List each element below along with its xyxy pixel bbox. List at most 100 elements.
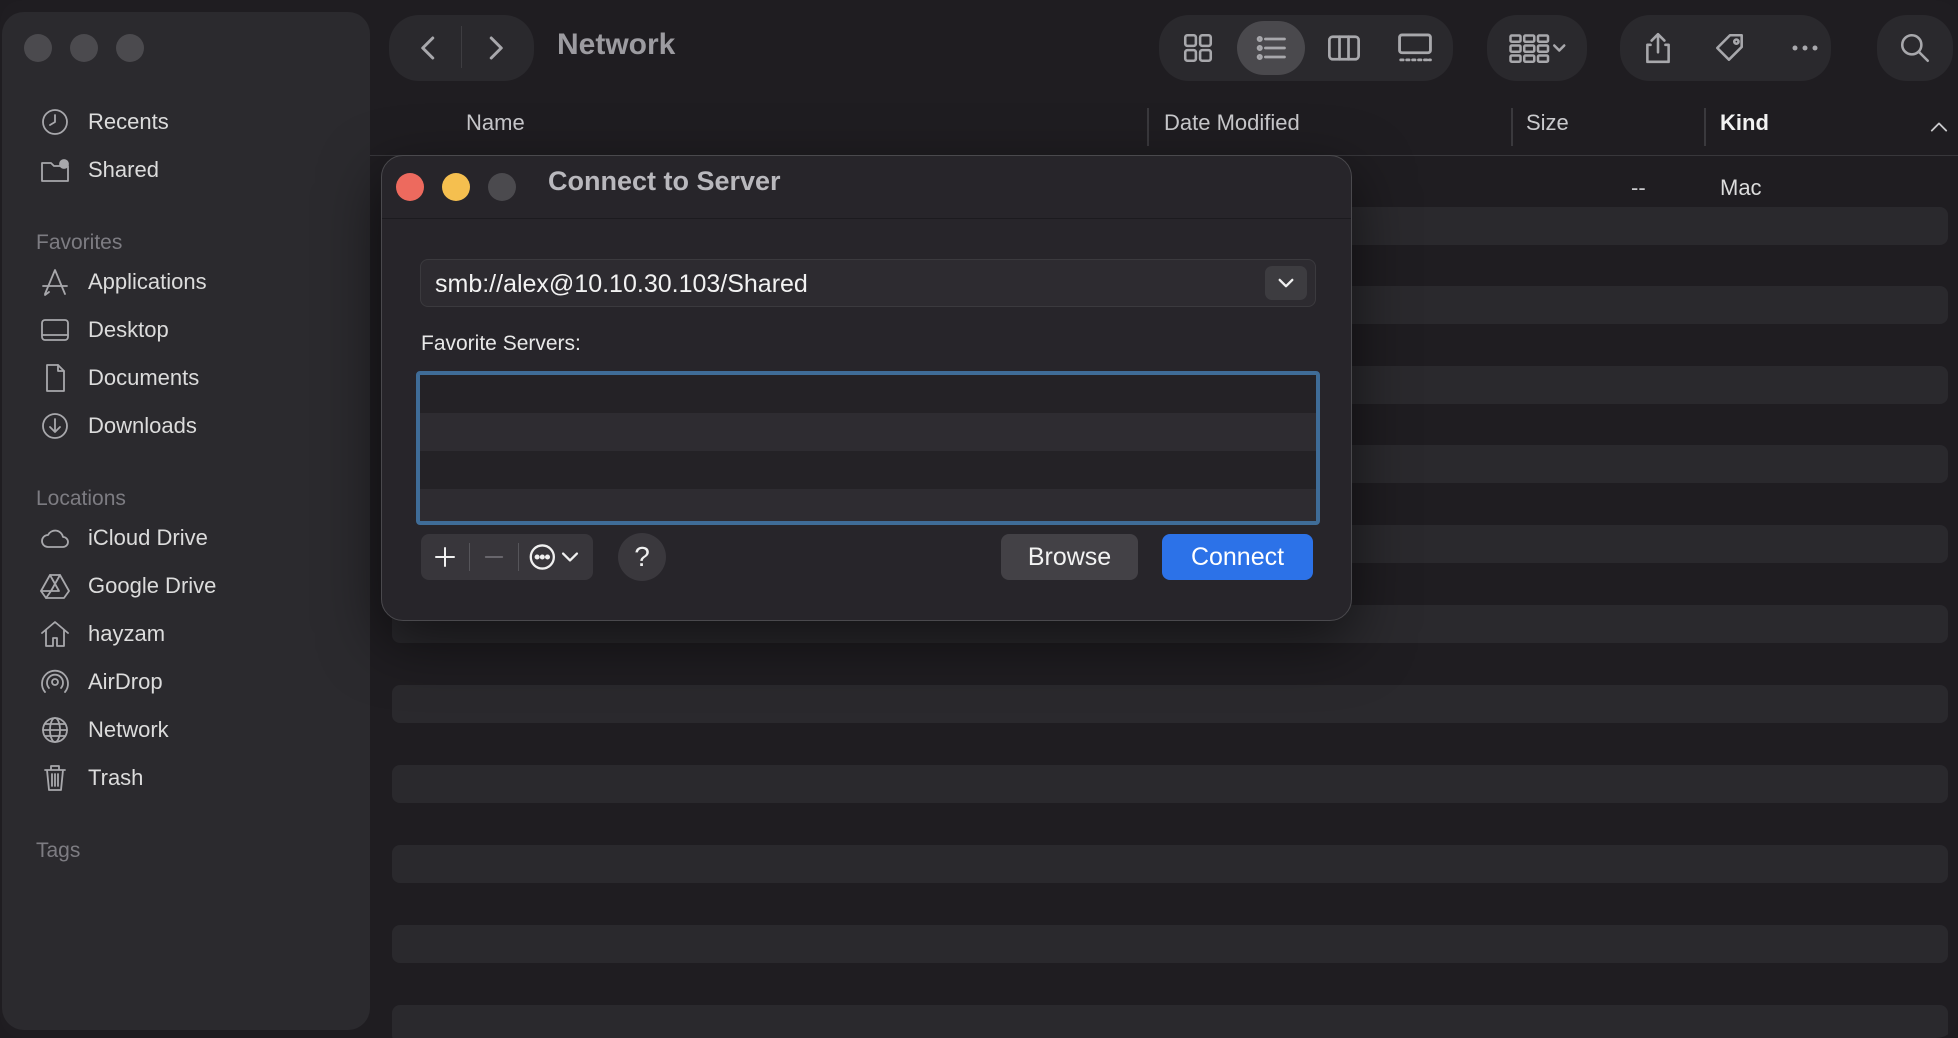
table-row[interactable] xyxy=(392,765,1948,803)
plus-icon xyxy=(435,547,455,567)
favorites-edit-controls xyxy=(421,534,593,580)
sidebar-item-label: Recents xyxy=(88,109,169,134)
column-header-name[interactable]: Name xyxy=(466,110,525,136)
gallery-icon xyxy=(1398,33,1432,62)
sidebar-item-label: Desktop xyxy=(88,317,169,342)
sidebar-item-trash[interactable]: Trash xyxy=(38,758,143,798)
icon-view-button[interactable] xyxy=(1172,23,1224,73)
ellipsis-icon xyxy=(1792,45,1818,51)
airdrop-icon xyxy=(38,665,72,699)
sidebar-item-applications[interactable]: Applications xyxy=(38,262,207,302)
column-header-size[interactable]: Size xyxy=(1526,110,1569,136)
column-header-kind[interactable]: Kind xyxy=(1720,110,1769,136)
sidebar-item-label: Downloads xyxy=(88,413,197,438)
group-by-icon-wrap xyxy=(1502,23,1574,73)
dialog-title-divider xyxy=(382,218,1351,219)
remove-favorite-button[interactable] xyxy=(470,534,518,580)
dialog-close-button[interactable] xyxy=(396,173,424,201)
clock-icon xyxy=(38,105,72,139)
connect-to-server-dialog: Connect to Server Favorite Servers: xyxy=(381,155,1352,621)
sidebar-item-label: iCloud Drive xyxy=(88,525,208,550)
connect-button[interactable]: Connect xyxy=(1162,534,1313,580)
gallery-view-button[interactable] xyxy=(1389,23,1441,73)
server-history-dropdown-button[interactable] xyxy=(1265,266,1307,300)
chevron-down-icon xyxy=(1278,278,1294,287)
favorite-options-menu-button[interactable] xyxy=(519,534,591,580)
google-drive-icon xyxy=(38,569,72,603)
chevron-right-icon xyxy=(489,36,503,60)
sidebar-item-network[interactable]: Network xyxy=(38,710,169,750)
table-row[interactable] xyxy=(392,1005,1948,1038)
table-row[interactable] xyxy=(392,845,1948,883)
column-header-date-modified[interactable]: Date Modified xyxy=(1164,110,1300,136)
grid-icon xyxy=(1183,33,1213,63)
list-icon xyxy=(1256,35,1286,61)
sidebar-item-recents[interactable]: Recents xyxy=(38,102,169,142)
home-icon xyxy=(38,617,72,651)
sidebar-item-label: Network xyxy=(88,717,169,742)
window-title: Network xyxy=(557,28,676,61)
tag-button[interactable] xyxy=(1704,23,1756,73)
help-button[interactable]: ? xyxy=(618,533,666,581)
list-item[interactable] xyxy=(420,489,1316,521)
sidebar-item-downloads[interactable]: Downloads xyxy=(38,406,197,446)
ellipsis-circle-icon xyxy=(529,544,579,570)
row-size: -- xyxy=(1631,175,1646,200)
sidebar-item-documents[interactable]: Documents xyxy=(38,358,199,398)
nav-divider xyxy=(461,26,462,68)
window-controls xyxy=(24,34,144,62)
close-button[interactable] xyxy=(24,34,52,62)
browse-button[interactable]: Browse xyxy=(1001,534,1138,580)
globe-icon xyxy=(38,713,72,747)
sidebar-item-shared[interactable]: Shared xyxy=(38,150,159,190)
finder-window: Recents Shared Favorites Applications De… xyxy=(0,0,1958,1038)
dialog-window-controls xyxy=(396,173,516,201)
server-address-input[interactable] xyxy=(433,260,1237,308)
row-kind: Mac xyxy=(1720,175,1762,200)
trash-icon xyxy=(38,761,72,795)
tags-heading: Tags xyxy=(36,839,81,862)
more-button[interactable] xyxy=(1779,23,1831,73)
sidebar-item-desktop[interactable]: Desktop xyxy=(38,310,169,350)
column-divider[interactable] xyxy=(1511,108,1513,146)
document-icon xyxy=(38,361,72,395)
back-button[interactable] xyxy=(404,23,454,73)
favorites-heading: Favorites xyxy=(36,231,123,254)
favorite-servers-label: Favorite Servers: xyxy=(421,332,581,355)
sidebar-item-label: AirDrop xyxy=(88,669,163,694)
sidebar-item-label: Documents xyxy=(88,365,200,390)
table-row[interactable] xyxy=(392,925,1948,963)
column-view-button[interactable] xyxy=(1318,23,1370,73)
columns-icon xyxy=(1328,35,1360,61)
sidebar-item-google-drive[interactable]: Google Drive xyxy=(38,566,216,606)
sidebar-item-hayzam[interactable]: hayzam xyxy=(38,614,165,654)
sidebar-item-airdrop[interactable]: AirDrop xyxy=(38,662,163,702)
sidebar-item-label: Shared xyxy=(88,157,159,182)
table-row[interactable] xyxy=(392,685,1948,723)
add-favorite-button[interactable] xyxy=(421,534,469,580)
favorite-servers-list[interactable] xyxy=(416,371,1320,525)
dialog-minimize-button[interactable] xyxy=(442,173,470,201)
list-item[interactable] xyxy=(420,413,1316,451)
list-icon-wrap xyxy=(1237,21,1305,75)
minimize-button[interactable] xyxy=(70,34,98,62)
sidebar-item-icloud-drive[interactable]: iCloud Drive xyxy=(38,518,208,558)
tag-icon xyxy=(1715,33,1743,61)
dialog-zoom-button[interactable] xyxy=(488,173,516,201)
column-divider[interactable] xyxy=(1704,108,1706,146)
list-view-button[interactable] xyxy=(1237,21,1305,75)
sidebar-item-label: hayzam xyxy=(88,621,166,646)
column-divider[interactable] xyxy=(1147,108,1149,146)
sidebar-item-label: Google Drive xyxy=(88,573,217,598)
group-by-icon xyxy=(1509,34,1566,63)
share-icon xyxy=(1646,32,1670,64)
server-address-combobox[interactable] xyxy=(420,259,1316,308)
forward-button[interactable] xyxy=(470,23,520,73)
desktop-icon xyxy=(38,313,72,347)
share-button[interactable] xyxy=(1632,23,1684,73)
cloud-icon xyxy=(38,521,72,555)
search-icon xyxy=(1900,33,1930,63)
zoom-button[interactable] xyxy=(116,34,144,62)
download-icon xyxy=(38,409,72,443)
search-icon-wrap xyxy=(1888,23,1942,73)
